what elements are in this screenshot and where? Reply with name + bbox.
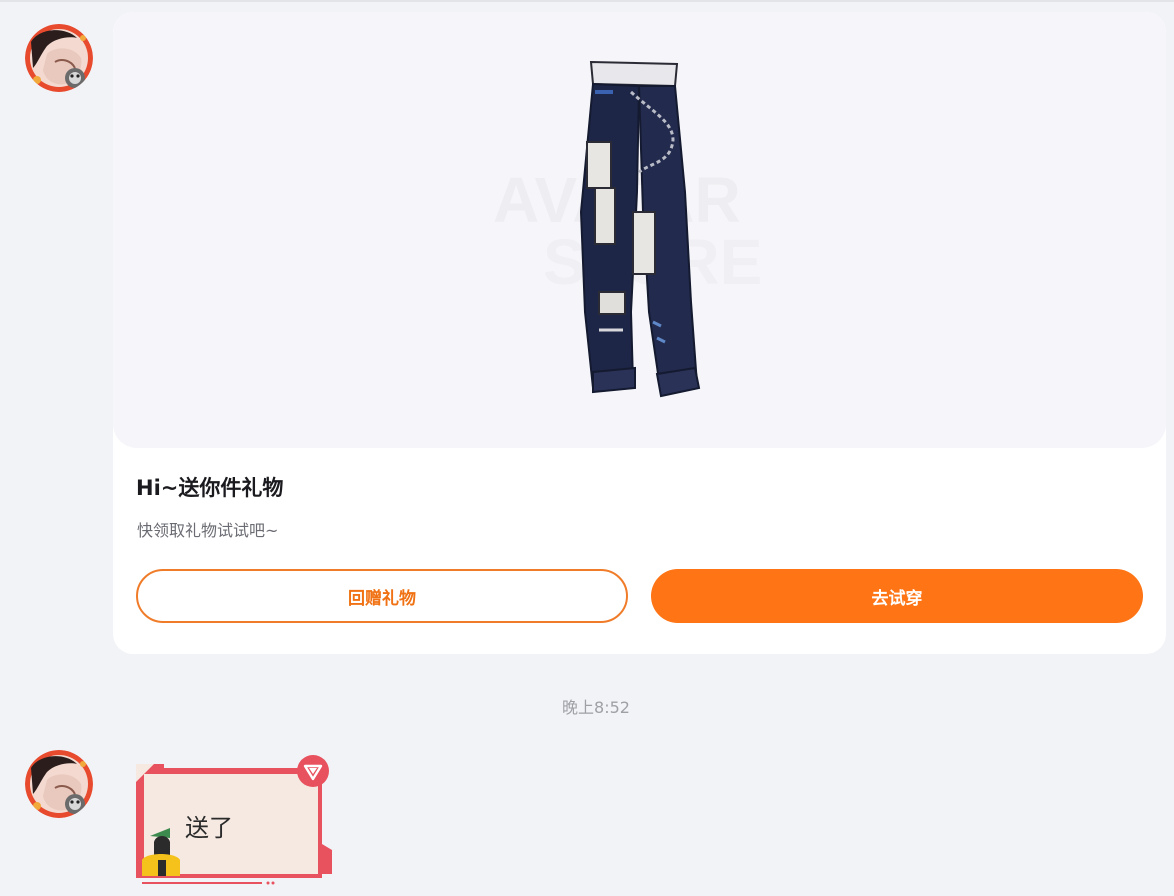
sender-avatar[interactable] bbox=[25, 24, 93, 92]
chat-screen: AVATAR STORE bbox=[0, 0, 1174, 896]
heart-badge-icon bbox=[297, 755, 329, 787]
gift-message-card[interactable]: AVATAR STORE bbox=[113, 12, 1166, 654]
gift-title: Hi~送你件礼物 bbox=[136, 476, 284, 500]
try-on-button[interactable]: 去试穿 bbox=[651, 569, 1143, 623]
return-gift-button[interactable]: 回赠礼物 bbox=[136, 569, 628, 623]
top-divider bbox=[0, 0, 1174, 2]
reply-message-bubble[interactable]: 送了 bbox=[136, 755, 334, 888]
gift-item-image: AVATAR STORE bbox=[113, 12, 1166, 448]
message-timestamp: 晚上8:52 bbox=[562, 698, 630, 717]
reply-message-text: 送了 bbox=[185, 814, 233, 842]
gift-subtitle: 快领取礼物试试吧~ bbox=[137, 521, 279, 540]
jeans-icon: AVATAR STORE bbox=[493, 60, 762, 398]
sender-avatar[interactable] bbox=[25, 750, 93, 818]
